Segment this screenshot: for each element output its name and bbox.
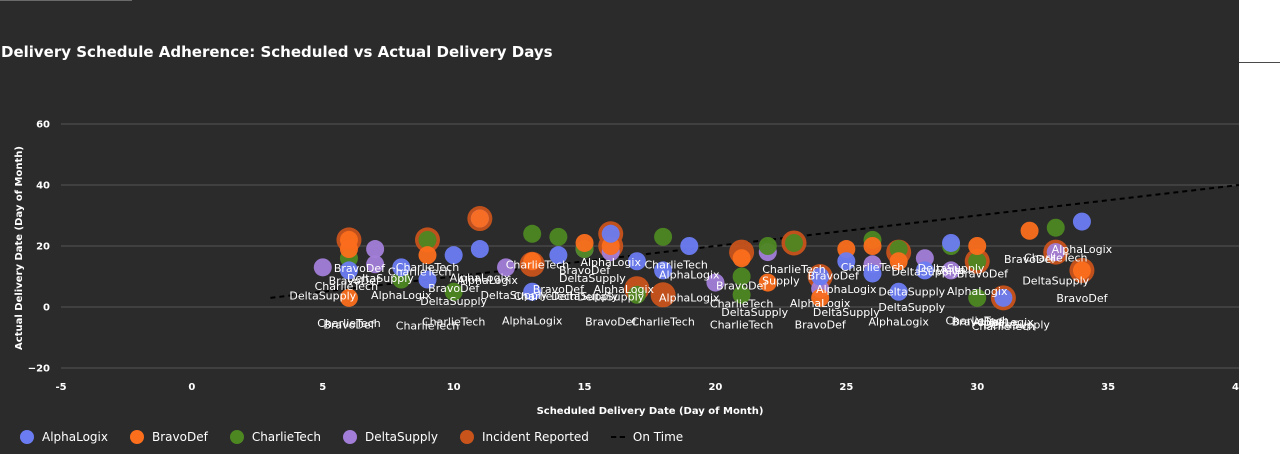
point-label: BravoDef bbox=[795, 318, 847, 331]
dashed-line-icon bbox=[610, 436, 625, 438]
point-alphalogix bbox=[680, 237, 699, 255]
x-tick-label: 15 bbox=[578, 382, 592, 393]
scatter-plot: −200204060 -50510152025303540 BravoDefCh… bbox=[14, 120, 1239, 417]
point-alphalogix bbox=[1072, 212, 1091, 231]
x-tick-label: 10 bbox=[447, 382, 461, 393]
point-label: AlphaLogix bbox=[1052, 243, 1113, 256]
x-tick-label: 40 bbox=[1232, 382, 1239, 393]
x-tick-label: 20 bbox=[708, 382, 722, 393]
point-label: DeltaSupply bbox=[878, 285, 945, 298]
x-tick-label: 5 bbox=[319, 382, 326, 393]
legend-label: AlphaLogix bbox=[42, 430, 108, 444]
legend-item[interactable]: BravoDef bbox=[130, 430, 208, 444]
point-label: CharlieTech bbox=[972, 320, 1035, 333]
point-label: CharlieTech bbox=[396, 319, 459, 332]
point-charlietech bbox=[784, 233, 803, 252]
legend-label: On Time bbox=[632, 430, 684, 444]
point-label: DeltaSupply bbox=[420, 295, 487, 308]
legend-item[interactable]: CharlieTech bbox=[229, 430, 322, 444]
x-tick-labels: -5 0 5 10 15 20 25 30 35 40 bbox=[55, 382, 1239, 393]
point-label: BravoDef bbox=[329, 274, 381, 287]
point-label: BravoDef bbox=[323, 318, 375, 331]
point-label: AlphaLogix bbox=[659, 269, 720, 282]
point-charlietech bbox=[1046, 218, 1065, 237]
point-label: CharlieTech bbox=[631, 315, 694, 328]
chart-legend: AlphaLogix BravoDef CharlieTech DeltaSupply… bbox=[20, 430, 705, 444]
legend-item[interactable]: DeltaSupply bbox=[343, 430, 438, 444]
legend-label: CharlieTech bbox=[251, 430, 322, 444]
legend-label: BravoDef bbox=[152, 430, 208, 444]
point-label: AlphaLogix bbox=[868, 315, 929, 328]
side-divider bbox=[1239, 62, 1280, 63]
legend-swatch-icon bbox=[130, 430, 144, 444]
point-label: AlphaLogix bbox=[816, 283, 877, 296]
point-label: DeltaSupply bbox=[577, 290, 644, 303]
legend-label: DeltaSupply bbox=[365, 430, 438, 444]
point-label: DeltaSupply bbox=[1022, 275, 1089, 288]
x-tick-label: 30 bbox=[970, 382, 984, 393]
point-alphalogix bbox=[601, 224, 620, 243]
y-axis-title: Actual Delivery Date (Day of Month) bbox=[14, 146, 25, 350]
y-tick-label: 0 bbox=[43, 303, 50, 314]
y-tick-label: 20 bbox=[36, 242, 50, 253]
point-charlietech bbox=[758, 237, 777, 255]
point-bravodef bbox=[470, 209, 489, 228]
y-tick-label: 40 bbox=[36, 181, 50, 192]
point-label: DeltaSupply bbox=[289, 289, 356, 302]
x-tick-label: 35 bbox=[1101, 382, 1115, 393]
point-label: BravoDef bbox=[957, 267, 1009, 280]
point-label: AlphaLogix bbox=[947, 285, 1008, 298]
point-charlietech bbox=[523, 224, 542, 243]
point-charlietech bbox=[654, 227, 673, 246]
point-label: BravoDef bbox=[716, 280, 768, 293]
y-tick-label: −20 bbox=[28, 364, 50, 375]
point-label: BravoDef bbox=[1056, 292, 1108, 305]
legend-item[interactable]: AlphaLogix bbox=[20, 430, 108, 444]
point-label: CharlieTech bbox=[710, 318, 773, 331]
point-labels: BravoDefCharlieTechDeltaSupplyDeltaSuppl… bbox=[289, 243, 1112, 333]
point-label: DeltaSupply bbox=[878, 301, 945, 314]
y-tick-labels: −20 0 20 40 60 bbox=[28, 120, 50, 375]
point-alphalogix bbox=[942, 233, 961, 252]
x-tick-label: -5 bbox=[55, 382, 66, 393]
point-label: Supply bbox=[762, 274, 800, 287]
legend-swatch-icon bbox=[343, 430, 358, 444]
point-bravodef bbox=[968, 237, 987, 255]
y-tick-label: 60 bbox=[36, 120, 50, 131]
point-bravodef bbox=[1020, 221, 1039, 240]
legend-swatch-icon bbox=[459, 430, 474, 444]
legend-swatch-icon bbox=[20, 430, 34, 444]
legend-item[interactable]: On Time bbox=[610, 430, 684, 444]
legend-item[interactable]: Incident Reported bbox=[459, 430, 589, 444]
point-alphalogix bbox=[470, 240, 489, 259]
x-axis-title: Scheduled Delivery Date (Day of Month) bbox=[537, 406, 764, 417]
point-bravodef bbox=[732, 249, 751, 268]
point-label: DeltaSupply bbox=[721, 306, 788, 319]
point-label: BravoDef bbox=[585, 315, 637, 328]
point-bravodef bbox=[339, 230, 358, 249]
point-bravodef bbox=[863, 237, 882, 255]
point-bravodef bbox=[575, 233, 594, 252]
legend-label: Incident Reported bbox=[481, 430, 589, 444]
x-tick-label: 0 bbox=[188, 382, 195, 393]
x-tick-label: 25 bbox=[839, 382, 853, 393]
point-charlietech bbox=[549, 227, 568, 246]
point-label: AlphaLogix bbox=[450, 271, 511, 284]
legend-swatch-icon bbox=[229, 430, 244, 444]
point-label: AlphaLogix bbox=[502, 314, 563, 327]
